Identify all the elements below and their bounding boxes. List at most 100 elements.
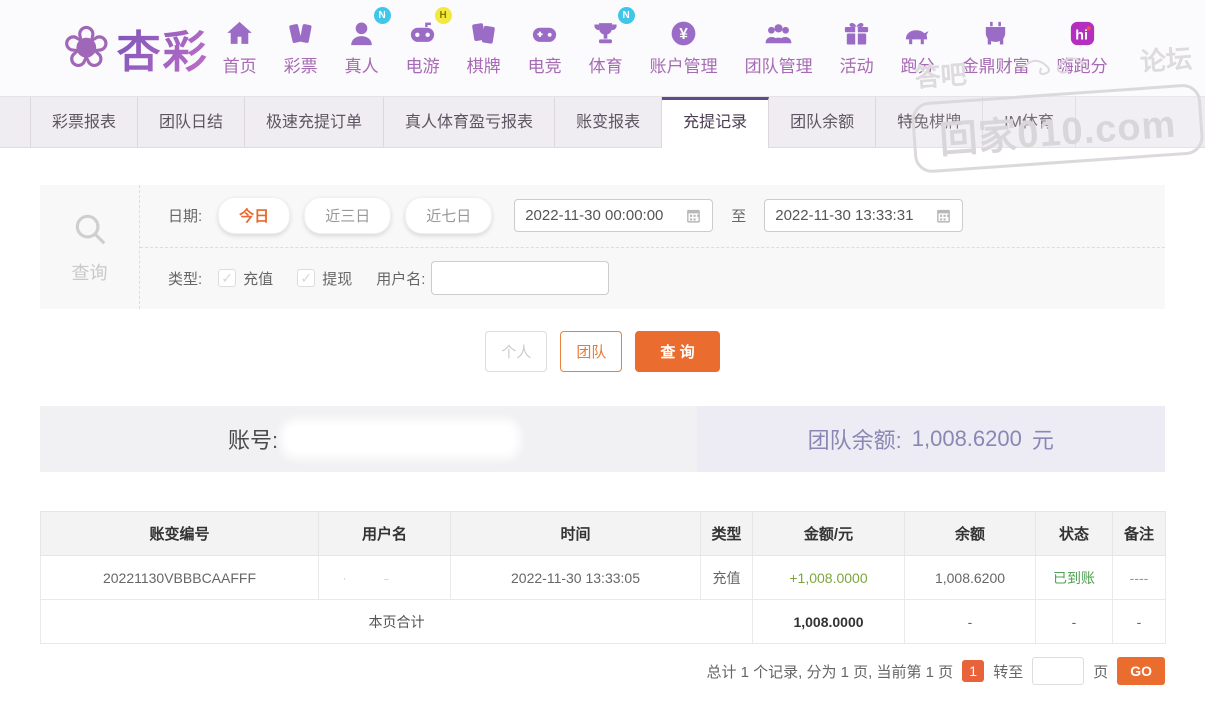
- date-to-input[interactable]: [775, 207, 926, 225]
- action-buttons: 个人 团队 查 询: [0, 331, 1205, 372]
- tab-彩票报表[interactable]: 彩票报表: [30, 97, 139, 147]
- calendar-icon[interactable]: [935, 207, 952, 224]
- filter-fields: 日期: 今日 近三日 近七日 至: [140, 185, 1165, 309]
- range-7days-button[interactable]: 近七日: [405, 197, 493, 235]
- tab-账变报表[interactable]: 账变报表: [555, 97, 663, 147]
- live-person-icon: N: [345, 7, 391, 49]
- table-header-row: 账变编号 用户名 时间 类型 金额/元 余额 状态 备注: [40, 511, 1166, 556]
- home-icon: [223, 13, 257, 49]
- page-1-button[interactable]: 1: [962, 660, 985, 682]
- withdraw-checkbox[interactable]: ✓ 提现: [297, 268, 352, 289]
- nav-item-首页[interactable]: 首页: [223, 13, 257, 77]
- nav-item-label: 真人: [344, 57, 379, 76]
- tab-充提记录[interactable]: 充提记录: [662, 97, 770, 148]
- goto-label: 转至: [993, 663, 1024, 681]
- nav-item-金鼎财富[interactable]: 金鼎财富: [962, 13, 1030, 77]
- calendar-icon[interactable]: [685, 207, 702, 224]
- col-change-id: 账变编号: [40, 511, 319, 556]
- date-from-input[interactable]: [525, 207, 676, 225]
- lottery-ticket-icon: [284, 13, 318, 49]
- date-to-field[interactable]: [764, 199, 964, 233]
- hi-app-icon: hi: [1057, 13, 1108, 49]
- personal-button[interactable]: 个人: [485, 331, 548, 372]
- summary-label: 本页合计: [40, 599, 753, 644]
- team-balance-unit: 元: [1031, 428, 1054, 453]
- summary-balance: -: [904, 599, 1036, 644]
- nav-item-团队管理[interactable]: 团队管理: [745, 13, 813, 77]
- summary-status: -: [1035, 599, 1113, 644]
- date-filter-row: 日期: 今日 近三日 近七日 至: [140, 185, 1165, 248]
- deposit-checkbox[interactable]: ✓ 充值: [218, 268, 273, 289]
- username-label: 用户名:: [376, 270, 426, 288]
- range-today-button[interactable]: 今日: [218, 197, 291, 235]
- col-time: 时间: [450, 511, 701, 556]
- tab-真人体育盈亏报表[interactable]: 真人体育盈亏报表: [384, 97, 556, 147]
- nav-item-棋牌[interactable]: 棋牌: [467, 13, 501, 77]
- team-button[interactable]: 团队: [560, 331, 623, 372]
- nav-item-彩票[interactable]: 彩票: [284, 13, 318, 77]
- page: ❀ 杏彩 首页 彩票 N 真人 H 电游 棋牌 电竞 N 体育 ¥ 账户管理 团队管理 活动 跑分 金鼎财富 h…: [0, 0, 1205, 710]
- checkbox-check-icon: ✓: [218, 269, 237, 288]
- nav-item-label: 体育: [588, 57, 623, 76]
- col-username: 用户名: [318, 511, 451, 556]
- top-header: ❀ 杏彩 首页 彩票 N 真人 H 电游 棋牌 电竞 N 体育 ¥ 账户管理 团队管理 活动 跑分 金鼎财富 h…: [0, 0, 1205, 96]
- tab-极速充提订单[interactable]: 极速充提订单: [245, 97, 385, 147]
- slot-games-icon: H: [406, 7, 452, 49]
- nav-item-真人[interactable]: N 真人: [344, 7, 391, 77]
- summary-remark: -: [1112, 599, 1166, 644]
- team-balance-block: 团队余额: 1,008.6200 元: [696, 406, 1165, 472]
- nav-item-label: 棋牌: [466, 57, 501, 76]
- nav-item-label: 电竞: [527, 57, 562, 76]
- tab-IM体育[interactable]: IM体育: [983, 97, 1076, 147]
- brand-logo[interactable]: ❀ 杏彩: [62, 16, 209, 80]
- nav-item-label: 金鼎财富: [961, 57, 1030, 76]
- account-label: 账号:: [228, 428, 279, 453]
- team-balance-value: 1,008.6200: [911, 426, 1022, 451]
- tab-团队日结[interactable]: 团队日结: [138, 97, 246, 147]
- nav-item-嗨跑分[interactable]: hi 嗨跑分: [1057, 13, 1108, 77]
- nav-item-电游[interactable]: H 电游: [405, 7, 452, 77]
- col-amount: 金额/元: [752, 511, 905, 556]
- cell-remark: ----: [1112, 555, 1166, 600]
- sports-trophy-icon: N: [589, 7, 635, 49]
- badge-n-icon: N: [373, 7, 391, 24]
- col-balance: 余额: [904, 511, 1036, 556]
- col-type: 类型: [700, 511, 753, 556]
- nav-item-label: 跑分: [900, 57, 935, 76]
- cell-balance: 1,008.6200: [904, 555, 1036, 600]
- nav-item-label: 团队管理: [744, 57, 813, 76]
- search-icon: [71, 210, 109, 253]
- team-balance-label: 团队余额:: [807, 428, 902, 453]
- date-from-field[interactable]: [514, 199, 714, 233]
- table-summary-row: 本页合计 1,008.0000 - - -: [40, 599, 1166, 644]
- goto-page-input[interactable]: [1032, 657, 1085, 685]
- nav-item-label: 电游: [405, 57, 440, 76]
- cell-type: 充值: [700, 555, 753, 600]
- brand-name: 杏彩: [117, 16, 209, 80]
- cell-status: 已到账: [1035, 555, 1113, 600]
- account-block: 账号:: [40, 406, 697, 472]
- nav-item-账户管理[interactable]: ¥ 账户管理: [650, 13, 718, 77]
- rhino-icon: [901, 13, 935, 49]
- to-label: 至: [731, 208, 747, 226]
- go-button[interactable]: GO: [1117, 657, 1165, 685]
- nav-menu: 首页 彩票 N 真人 H 电游 棋牌 电竞 N 体育 ¥ 账户管理 团队管理 活动 跑分 金鼎财富 hi 嗨跑分: [223, 7, 1108, 83]
- nav-item-label: 账户管理: [649, 57, 718, 76]
- team-icon: [745, 13, 813, 49]
- type-filter-row: 类型: ✓ 充值 ✓ 提现 用户名:: [140, 248, 1165, 310]
- query-button[interactable]: 查 询: [635, 331, 720, 372]
- nav-item-体育[interactable]: N 体育: [588, 7, 635, 77]
- checkbox-check-icon: ✓: [297, 269, 316, 288]
- svg-text:¥: ¥: [679, 26, 688, 43]
- username-input[interactable]: [431, 261, 610, 296]
- date-label: 日期:: [168, 208, 203, 226]
- account-summary-bar: 账号: 团队余额: 1,008.6200 元: [40, 406, 1165, 472]
- tab-团队余额[interactable]: 团队余额: [769, 97, 877, 147]
- nav-item-电竞[interactable]: 电竞: [528, 13, 562, 77]
- gift-icon: [840, 13, 874, 49]
- tab-特兔棋牌[interactable]: 特兔棋牌: [876, 97, 984, 147]
- range-3days-button[interactable]: 近三日: [304, 197, 392, 235]
- nav-item-跑分[interactable]: 跑分: [901, 13, 935, 77]
- nav-item-活动[interactable]: 活动: [840, 13, 874, 77]
- cell-time: 2022-11-30 13:33:05: [450, 555, 701, 600]
